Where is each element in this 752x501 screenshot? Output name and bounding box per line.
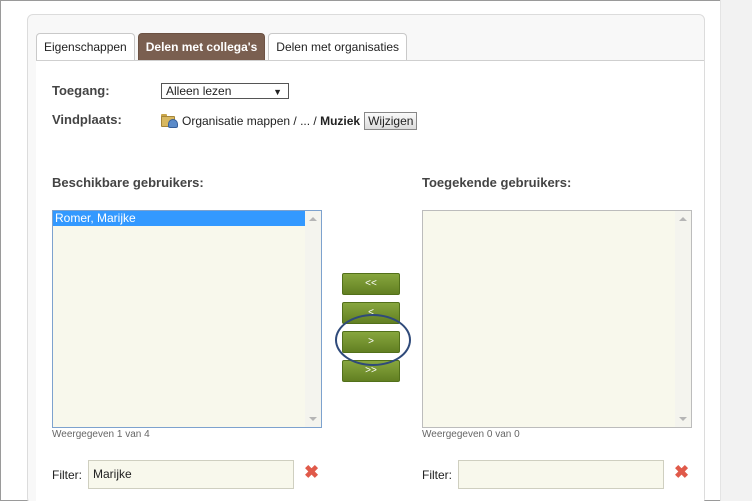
vindplaats-label: Vindplaats:: [52, 112, 122, 127]
vindplaats-folder-name: Muziek: [320, 114, 361, 128]
assigned-filter-label: Filter:: [422, 468, 452, 482]
toegang-label: Toegang:: [52, 83, 110, 98]
assigned-filter-input[interactable]: [458, 460, 664, 489]
scroll-down-icon[interactable]: [309, 417, 317, 421]
right-side-strip: [720, 0, 752, 501]
tab-bar: Eigenschappen Delen met collega's Delen …: [36, 33, 410, 61]
scroll-up-icon[interactable]: [309, 217, 317, 221]
vindplaats-path-text: Organisatie mappen / ... /: [182, 114, 321, 128]
folder-shared-icon: [161, 114, 179, 128]
dropdown-arrow-icon: ▼: [273, 87, 282, 97]
toegang-select[interactable]: Alleen lezen ▼: [161, 83, 289, 99]
available-filter-label: Filter:: [52, 468, 82, 482]
toegang-select-value: Alleen lezen: [166, 84, 232, 98]
close-x-icon[interactable]: ✖: [674, 463, 689, 481]
assigned-count: Weergegeven 0 van 0: [422, 429, 520, 440]
tab-delen-met-organisaties[interactable]: Delen met organisaties: [268, 33, 408, 61]
list-item[interactable]: Romer, Marijke: [53, 211, 305, 226]
vindplaats-path: Organisatie mappen / ... / Muziek Wijzig…: [161, 112, 418, 130]
wijzigen-button[interactable]: Wijzigen: [364, 112, 418, 130]
tab-delen-met-collegas[interactable]: Delen met collega's: [137, 33, 266, 61]
scroll-down-icon[interactable]: [679, 417, 687, 421]
scroll-up-icon[interactable]: [679, 217, 687, 221]
assigned-users-heading: Toegekende gebruikers:: [422, 175, 572, 190]
available-count: Weergegeven 1 van 4: [52, 429, 150, 440]
available-users-list[interactable]: Romer, Marijke: [52, 210, 322, 428]
highlight-circle: [335, 314, 411, 366]
close-x-icon[interactable]: ✖: [304, 463, 319, 481]
available-users-heading: Beschikbare gebruikers:: [52, 175, 204, 190]
remove-all-button[interactable]: <<: [342, 273, 400, 295]
tab-eigenschappen[interactable]: Eigenschappen: [36, 33, 135, 61]
scrollbar[interactable]: [305, 211, 321, 427]
assigned-users-list[interactable]: [422, 210, 692, 428]
available-filter-input[interactable]: Marijke: [88, 460, 294, 489]
scrollbar[interactable]: [675, 211, 691, 427]
